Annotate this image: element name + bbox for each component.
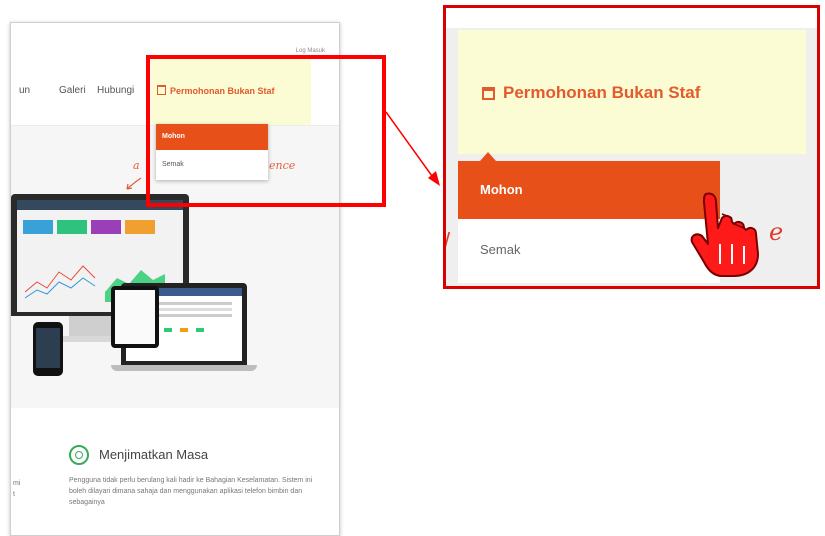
dropdown-pointer bbox=[480, 152, 496, 161]
zoom-dropdown-menu: Mohon Semak bbox=[458, 161, 720, 283]
zoom-permohonan-text: Permohonan Bukan Staf bbox=[503, 83, 701, 102]
zoom-nav-permohonan[interactable]: Permohonan Bukan Staf bbox=[458, 30, 806, 154]
zoomed-detail-panel: Permohonan Bukan Staf Mohon Semak e / bbox=[443, 5, 820, 289]
zoom-dropdown-item-semak[interactable]: Semak bbox=[458, 225, 720, 275]
hand-pointer-icon bbox=[690, 192, 759, 277]
zoom-handwritten-mark: / bbox=[444, 228, 451, 253]
zoom-top-strip bbox=[446, 8, 817, 28]
zoom-dropdown-item-mohon[interactable]: Mohon bbox=[458, 161, 720, 219]
zoom-permohonan-label: Permohonan Bukan Staf bbox=[482, 83, 700, 103]
calendar-icon bbox=[482, 87, 495, 100]
